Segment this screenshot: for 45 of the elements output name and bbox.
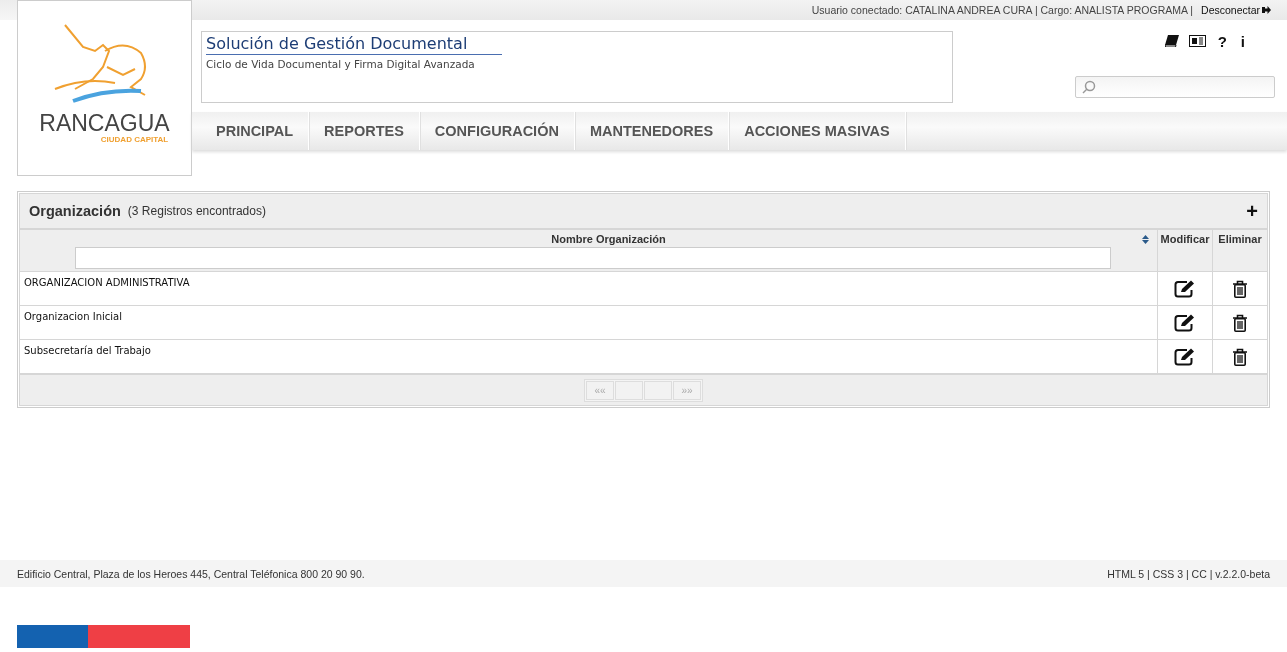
footer-version: HTML 5 | CSS 3 | CC | v.2.2.0-beta (1107, 567, 1270, 580)
delete-button[interactable] (1232, 313, 1248, 332)
edit-icon (1174, 347, 1196, 366)
trash-icon (1232, 313, 1248, 332)
app-subtitle: Ciclo de Vida Documental y Firma Digital Avanzada (206, 58, 476, 70)
help-link[interactable]: ? (1215, 32, 1229, 50)
info-link[interactable]: i (1238, 32, 1247, 50)
logout-link[interactable]: Desconectar (1201, 4, 1271, 16)
newspaper-icon[interactable] (1188, 35, 1206, 47)
table-cell: ORGANIZACION ADMINISTRATIVA (19, 271, 1158, 306)
table-cell: Organizacion Inicial (19, 305, 1158, 340)
sort-icon (1142, 234, 1149, 244)
exit-icon (1262, 6, 1271, 14)
edit-button[interactable] (1174, 347, 1196, 366)
edit-button[interactable] (1174, 313, 1196, 332)
filter-field[interactable] (75, 247, 1111, 269)
record-count: (3 Registros encontrados) (127, 204, 266, 218)
column-header: Eliminar (1212, 229, 1268, 272)
nav-item[interactable]: CONFIGURACIÓN (419, 112, 575, 150)
delete-button[interactable] (1232, 347, 1248, 366)
logo-text: RANCAGUA (39, 111, 170, 135)
nav-item[interactable]: ACCIONES MASIVAS (729, 112, 906, 150)
trash-icon (1232, 347, 1248, 366)
newspaper-drawing (1188, 35, 1206, 47)
search-field[interactable] (1075, 76, 1275, 98)
column-title: Nombre Organización (550, 233, 667, 245)
edit-icon (1174, 279, 1196, 298)
search-icon (1082, 80, 1096, 94)
panel-title: Organización (29, 203, 121, 219)
add-button[interactable]: + (1246, 201, 1258, 221)
user-info: Usuario conectado: CATALINA ANDREA CURA | Cargo: ANALISTA PROGRAMA | (811, 4, 1194, 16)
footer-address: Edificio Central, Plaza de los Heroes 445, Central Teléfonica 800 20 90 90. (17, 567, 365, 580)
table-cell: Subsecretaría del Trabajo (19, 339, 1158, 374)
edit-icon (1174, 313, 1196, 332)
nav-item[interactable]: PRINCIPAL (192, 112, 310, 150)
delete-button[interactable] (1232, 279, 1248, 298)
edit-button[interactable] (1174, 279, 1196, 298)
logo-tagline: CIUDAD CAPITAL (100, 135, 169, 144)
column-header: Modificar (1157, 229, 1213, 272)
nav-item[interactable]: REPORTES (309, 112, 420, 150)
trash-icon (1232, 279, 1248, 298)
book-drawing (1164, 35, 1179, 47)
book-icon[interactable] (1164, 35, 1179, 47)
nav-item[interactable]: MANTENEDORES (574, 112, 730, 150)
app-title: Solución de Gestión Documental (206, 34, 502, 55)
